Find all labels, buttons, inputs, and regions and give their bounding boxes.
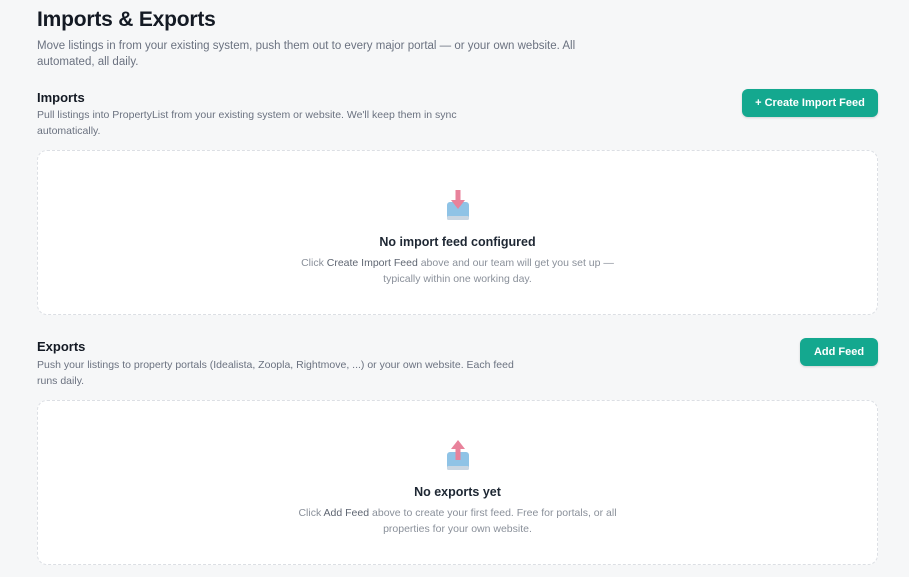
exports-empty-description: Click Add Feed above to create your firs… (298, 507, 617, 535)
outbox-upload-icon (446, 440, 469, 470)
imports-title: Imports (37, 90, 85, 105)
inbox-download-icon (446, 190, 469, 220)
exports-empty-title: No exports yet (414, 485, 501, 499)
imports-description: Pull listings into PropertyList from you… (37, 109, 457, 137)
imports-exports-page: Imports & Exports Move listings in from … (0, 0, 909, 577)
imports-empty-title: No import feed configured (379, 235, 536, 249)
page-subtitle: Move listings in from your existing syst… (37, 40, 576, 68)
imports-empty-state: No import feed configured Click Create I… (37, 150, 878, 315)
imports-empty-description: Click Create Import Feed above and our t… (301, 257, 614, 285)
exports-description: Push your listings to property portals (… (37, 359, 514, 387)
create-import-feed-reference: Create Import Feed (326, 257, 418, 269)
add-feed-reference: Add Feed (323, 507, 370, 519)
page-title: Imports & Exports (37, 8, 216, 31)
exports-title: Exports (37, 339, 86, 354)
exports-empty-state: No exports yet Click Add Feed above to c… (37, 400, 878, 565)
add-feed-button[interactable]: Add Feed (800, 338, 878, 366)
create-import-feed-button[interactable]: + Create Import Feed (742, 89, 878, 117)
